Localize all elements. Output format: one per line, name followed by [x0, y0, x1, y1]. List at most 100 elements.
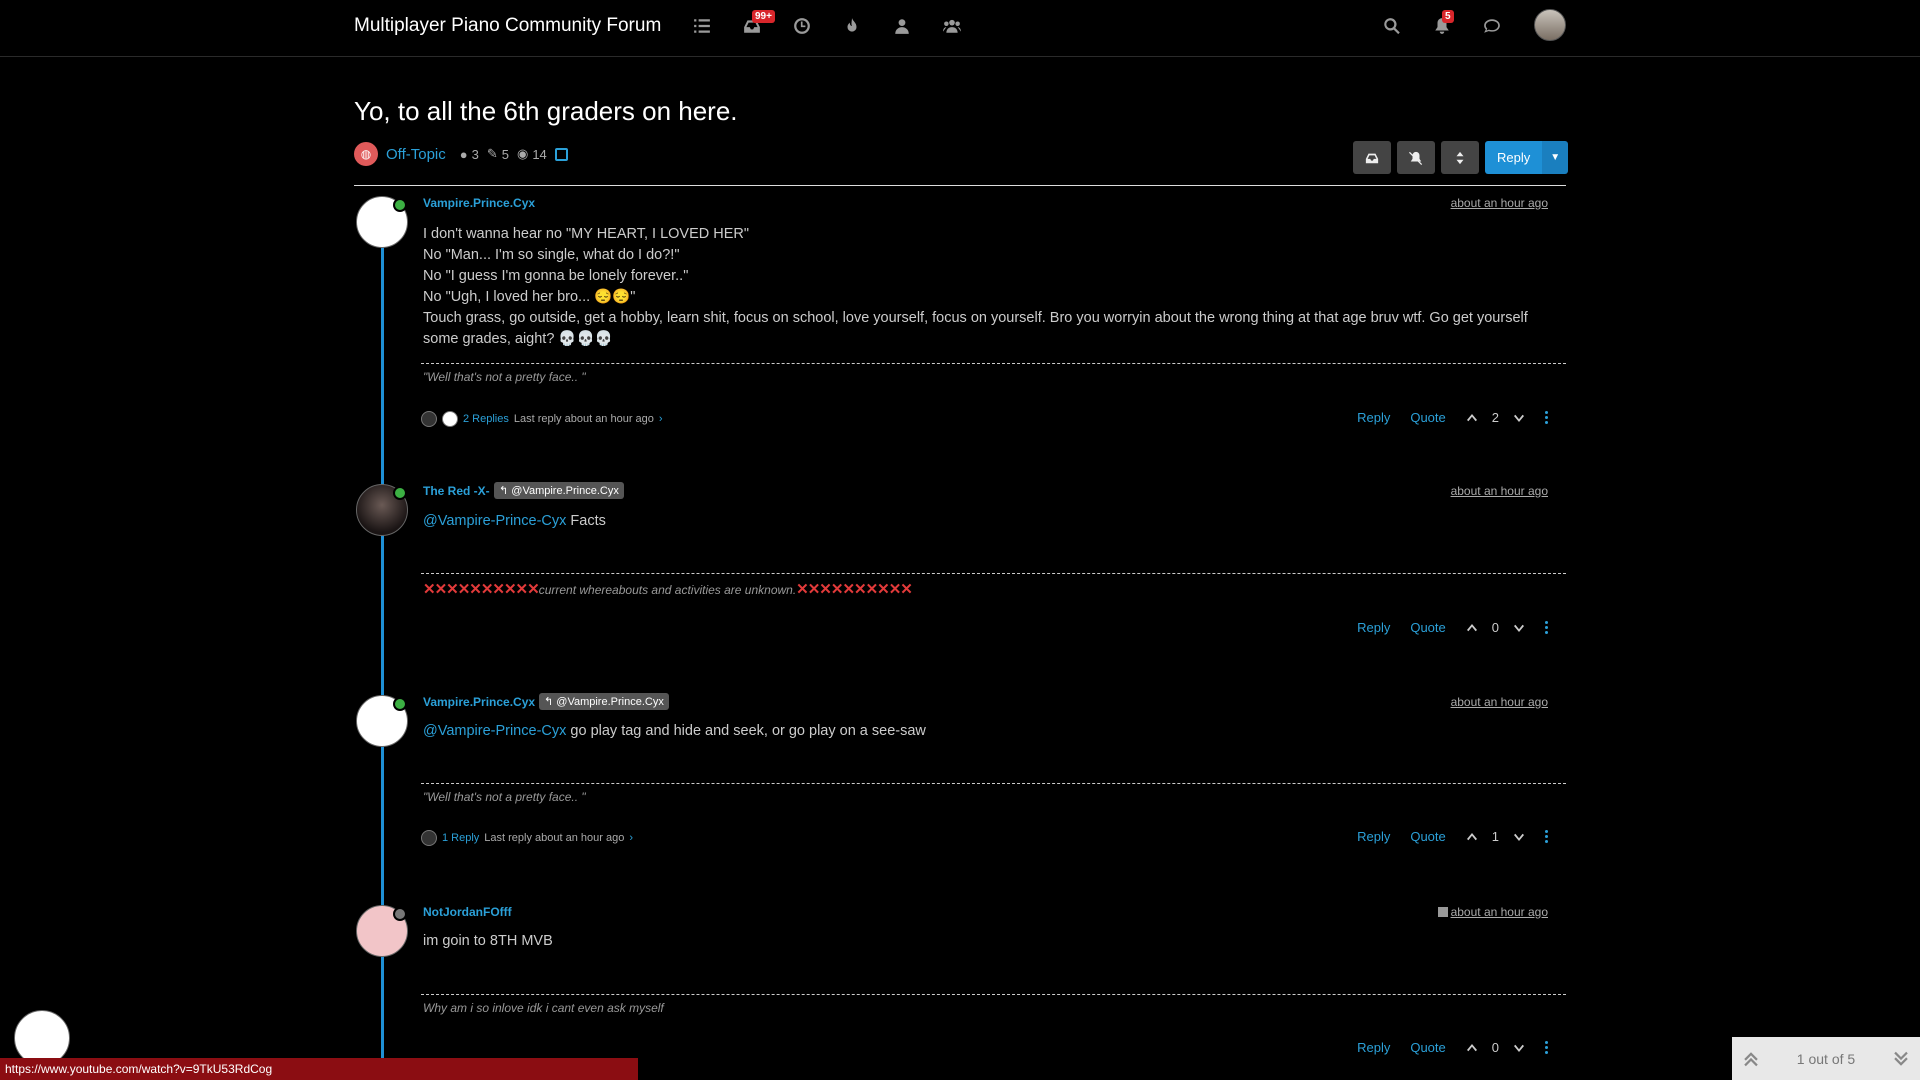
reply-arrow-icon: ↰	[499, 485, 512, 497]
scroll-top-icon[interactable]	[1742, 1050, 1760, 1068]
notifications-bell-icon[interactable]: 5	[1430, 10, 1454, 38]
downvote-icon[interactable]	[1513, 831, 1525, 843]
vote-count: 1	[1491, 829, 1499, 844]
post-menu-icon[interactable]	[1545, 621, 1548, 634]
user-mention[interactable]: @Vampire-Prince-Cyx	[423, 513, 566, 529]
replies-link[interactable]: 2 Replies	[463, 413, 509, 425]
posters-count: ● 3	[460, 147, 479, 162]
popular-fire-icon[interactable]	[840, 14, 864, 38]
post-timestamp[interactable]: about an hour ago	[1451, 695, 1548, 709]
replies-row: 2 Replies Last reply about an hour ago ›	[421, 411, 663, 427]
sort-button[interactable]	[1441, 141, 1479, 174]
timestamp-text: about an hour ago	[1450, 905, 1548, 919]
content-line: No "Ugh, I loved her bro... 😔😔"	[423, 289, 636, 305]
reply-arrow-icon: ↰	[544, 696, 557, 708]
users-icon[interactable]	[890, 14, 914, 38]
offline-status-dot	[393, 907, 407, 921]
post-menu-icon[interactable]	[1545, 1041, 1548, 1054]
post-timestamp[interactable]: about an hour ago	[1451, 484, 1548, 498]
post-author[interactable]: Vampire.Prince.Cyx	[423, 695, 535, 709]
reply-button[interactable]: Reply	[1357, 829, 1390, 844]
mute-notifications-button[interactable]	[1397, 141, 1435, 174]
replier-avatar[interactable]	[442, 411, 458, 427]
scroll-bottom-icon[interactable]	[1892, 1050, 1910, 1068]
views-count: ◉ 14	[517, 146, 547, 162]
signature-divider	[421, 994, 1566, 995]
category-link[interactable]: Off-Topic	[386, 146, 446, 163]
post-content: @Vampire-Prince-Cyx Facts	[423, 511, 1553, 532]
post-menu-icon[interactable]	[1545, 411, 1548, 424]
reply-button[interactable]: Reply	[1357, 410, 1390, 425]
quote-button[interactable]: Quote	[1410, 1040, 1445, 1055]
pagination-widget[interactable]: 1 out of 5	[1732, 1037, 1920, 1080]
downvote-icon[interactable]	[1513, 622, 1525, 634]
replier-avatar[interactable]	[421, 830, 437, 846]
quote-button[interactable]: Quote	[1410, 620, 1445, 635]
online-status-dot	[393, 198, 407, 212]
replier-avatar[interactable]	[421, 411, 437, 427]
pagination-text: 1 out of 5	[1796, 1050, 1856, 1067]
post-author[interactable]: The Red -X-	[423, 484, 490, 498]
recent-clock-icon[interactable]	[790, 14, 814, 38]
downvote-icon[interactable]	[1513, 1042, 1525, 1054]
reply-to-badge[interactable]: ↰ @Vampire.Prince.Cyx	[539, 693, 669, 710]
post: NotJordanFOfff about an hour ago im goin…	[354, 905, 1566, 1075]
user-avatar[interactable]	[1534, 9, 1566, 41]
post-author[interactable]: NotJordanFOfff	[423, 905, 512, 919]
post-actions: Reply Quote 1	[1357, 829, 1548, 844]
post-actions: Reply Quote 2	[1357, 410, 1548, 425]
vote-controls: 1	[1466, 829, 1525, 844]
upvote-icon[interactable]	[1466, 831, 1478, 843]
rss-icon[interactable]	[554, 147, 568, 161]
post-timestamp[interactable]: about an hour ago	[1437, 905, 1548, 919]
quote-button[interactable]: Quote	[1410, 410, 1445, 425]
reply-button[interactable]: Reply	[1357, 1040, 1390, 1055]
content-text: Facts	[570, 513, 606, 529]
post-timestamp[interactable]: about an hour ago	[1451, 196, 1548, 210]
watch-tray-button[interactable]	[1353, 141, 1391, 174]
caret-down-icon: ▼	[1550, 152, 1561, 163]
reply-dropdown-toggle[interactable]: ▼	[1542, 141, 1569, 174]
content-text: go play tag and hide and seek, or go pla…	[570, 723, 926, 739]
chevron-right-icon[interactable]: ›	[629, 832, 633, 844]
downvote-icon[interactable]	[1513, 412, 1525, 424]
forum-brand[interactable]: Multiplayer Piano Community Forum	[354, 15, 661, 37]
post-content: @Vampire-Prince-Cyx go play tag and hide…	[423, 721, 1553, 742]
search-icon[interactable]	[1380, 14, 1404, 38]
upvote-icon[interactable]	[1466, 1042, 1478, 1054]
chevron-right-icon[interactable]: ›	[659, 413, 663, 425]
post-content: im goin to 8TH MVB	[423, 931, 1553, 952]
post-menu-icon[interactable]	[1545, 830, 1548, 843]
views-value: 14	[532, 146, 547, 162]
category-globe-icon: ◍	[354, 142, 378, 166]
topic-meta: ◍ Off-Topic ● 3 ✎ 5 ◉ 14	[354, 142, 568, 166]
post-signature: "Well that's not a pretty face.. "	[423, 370, 586, 384]
content-line: No "I guess I'm gonna be lonely forever.…	[423, 268, 689, 284]
post-author[interactable]: Vampire.Prince.Cyx	[423, 196, 535, 210]
reply-button[interactable]: Reply	[1357, 620, 1390, 635]
signature-marks: ✕✕✕✕✕✕✕✕✕✕	[423, 581, 540, 598]
chat-icon[interactable]	[1480, 14, 1504, 38]
replies-link[interactable]: 1 Reply	[442, 832, 479, 844]
signature-text: current whereabouts and activities are u…	[538, 583, 797, 597]
signature-marks: ✕✕✕✕✕✕✕✕✕✕	[796, 581, 913, 598]
categories-icon[interactable]	[690, 14, 714, 38]
quote-button[interactable]: Quote	[1410, 829, 1445, 844]
topic-reply-button[interactable]: Reply	[1485, 141, 1543, 174]
sort-icon	[1456, 151, 1464, 164]
user-mention[interactable]: @Vampire-Prince-Cyx	[423, 723, 566, 739]
groups-icon[interactable]	[940, 14, 964, 38]
post-signature: "Well that's not a pretty face.. "	[423, 790, 586, 804]
topic-title: Yo, to all the 6th graders on here.	[354, 96, 738, 126]
replies-row: 1 Reply Last reply about an hour ago ›	[421, 830, 633, 846]
reply-to-badge[interactable]: ↰ @Vampire.Prince.Cyx	[494, 482, 624, 499]
signature-divider	[421, 573, 1566, 574]
inbox-icon	[1365, 153, 1379, 163]
content-line: I don't wanna hear no "MY HEART, I LOVED…	[423, 226, 750, 242]
unread-inbox-icon[interactable]: 99+	[740, 10, 775, 38]
content-line: No "Man... I'm so single, what do I do?!…	[423, 247, 680, 263]
vote-controls: 0	[1466, 1040, 1525, 1055]
posters-value: 3	[471, 146, 479, 162]
upvote-icon[interactable]	[1466, 622, 1478, 634]
upvote-icon[interactable]	[1466, 412, 1478, 424]
